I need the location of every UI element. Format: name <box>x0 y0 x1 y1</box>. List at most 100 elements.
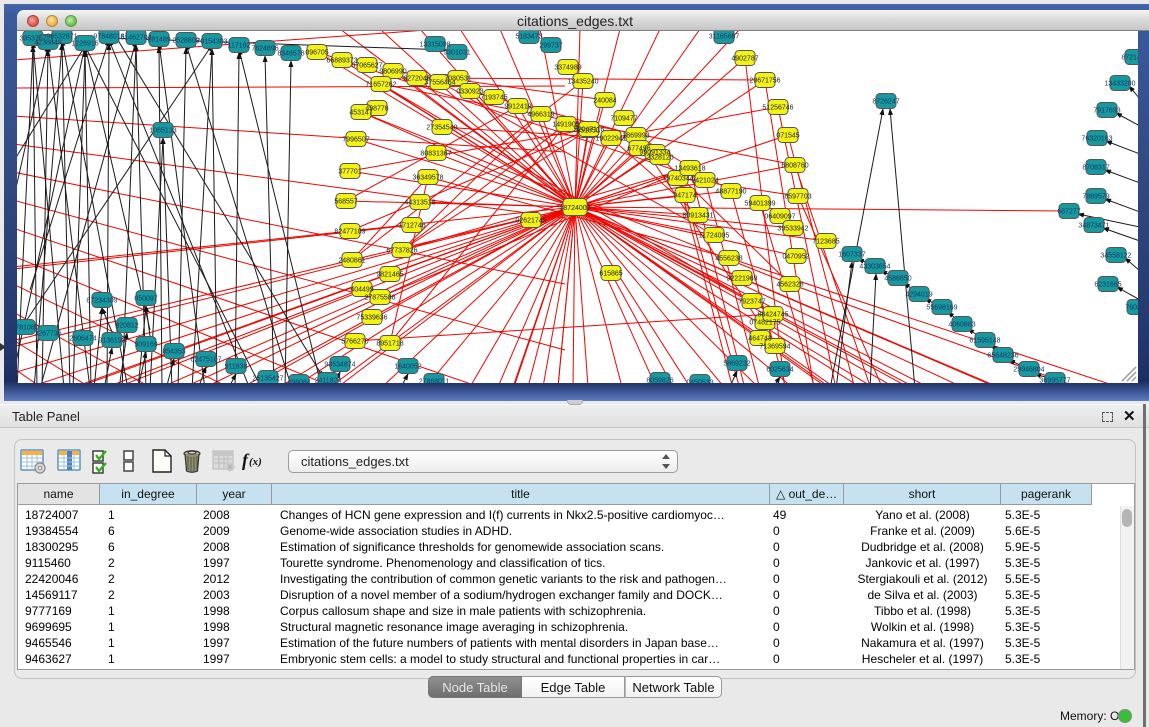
svg-text:8951718: 8951718 <box>376 341 403 348</box>
svg-text:1226916: 1226916 <box>71 41 98 48</box>
svg-text:4294019: 4294019 <box>905 292 932 299</box>
svg-text:4902787: 4902787 <box>731 56 758 63</box>
svg-text:7889579: 7889579 <box>1082 194 1109 201</box>
svg-text:13315098: 13315098 <box>419 42 450 49</box>
svg-text:299737: 299737 <box>539 43 562 50</box>
svg-text:7923747: 7923747 <box>738 299 765 306</box>
svg-text:117182: 117182 <box>228 43 251 50</box>
svg-text:8346578: 8346578 <box>277 51 304 58</box>
svg-text:2328120: 2328120 <box>646 155 673 162</box>
svg-text:62475107: 62475107 <box>190 357 221 364</box>
svg-text:82477109: 82477109 <box>334 229 365 236</box>
svg-text:240084: 240084 <box>593 98 616 105</box>
svg-text:1869993: 1869993 <box>622 133 649 140</box>
svg-text:9806990: 9806990 <box>379 69 406 76</box>
svg-text:13433200: 13433200 <box>1104 81 1135 88</box>
svg-text:4238849: 4238849 <box>34 40 61 47</box>
svg-text:59401399: 59401399 <box>744 201 775 208</box>
svg-text:6231665: 6231665 <box>1094 282 1121 289</box>
svg-text:80831367: 80831367 <box>420 151 451 158</box>
svg-text:5869232: 5869232 <box>723 361 750 368</box>
svg-text:93534874: 93534874 <box>324 362 355 369</box>
svg-text:27875588: 27875588 <box>364 295 395 302</box>
svg-text:820812: 820812 <box>115 323 138 330</box>
svg-text:947174: 947174 <box>673 193 696 200</box>
svg-text:5766270: 5766270 <box>341 339 368 346</box>
svg-text:7917693: 7917693 <box>1093 108 1120 115</box>
svg-text:854353: 854353 <box>162 349 185 356</box>
svg-text:8721489: 8721489 <box>1121 55 1138 62</box>
svg-text:8597703: 8597703 <box>784 194 811 201</box>
svg-text:7109477: 7109477 <box>610 116 637 123</box>
svg-text:1607337: 1607337 <box>838 252 865 259</box>
svg-text:9912419: 9912419 <box>504 104 531 111</box>
svg-text:25135427: 25135427 <box>252 376 283 383</box>
svg-text:51256746: 51256746 <box>762 105 793 112</box>
svg-text:34873471: 34873471 <box>1078 223 1109 230</box>
svg-text:9821465: 9821465 <box>376 272 403 279</box>
svg-text:2421024: 2421024 <box>691 178 718 185</box>
svg-text:44313518: 44313518 <box>404 200 435 207</box>
svg-text:687277: 687277 <box>1057 209 1080 216</box>
svg-text:7193745: 7193745 <box>480 95 507 102</box>
svg-text:07482175: 07482175 <box>749 320 780 327</box>
svg-text:2480861: 2480861 <box>338 258 365 265</box>
svg-text:65648236: 65648236 <box>987 353 1018 360</box>
svg-text:3267736: 3267736 <box>34 331 61 338</box>
svg-text:61595148: 61595148 <box>969 338 1000 345</box>
svg-text:7996507: 7996507 <box>342 137 369 144</box>
svg-text:02621745: 02621745 <box>515 218 546 225</box>
svg-text:760366: 760366 <box>1125 305 1138 312</box>
svg-text:7123685: 7123685 <box>812 239 839 246</box>
svg-text:67737826: 67737826 <box>386 248 417 255</box>
svg-text:911838: 911838 <box>225 364 248 371</box>
svg-text:4586850: 4586850 <box>884 276 911 283</box>
svg-text:67065627: 67065627 <box>351 63 382 70</box>
svg-text:71657262: 71657262 <box>365 82 396 89</box>
svg-text:27354549: 27354549 <box>426 125 457 132</box>
svg-text:404499: 404499 <box>350 287 373 294</box>
svg-text:096705: 096705 <box>305 50 328 57</box>
svg-text:(x): (x) <box>249 456 262 468</box>
svg-text:34558122: 34558122 <box>1100 253 1131 260</box>
svg-text:92221969: 92221969 <box>726 276 757 283</box>
svg-text:87234309: 87234309 <box>86 298 117 305</box>
svg-text:13435240: 13435240 <box>567 79 598 86</box>
svg-text:2411824: 2411824 <box>315 378 342 384</box>
svg-text:52047116: 52047116 <box>574 127 605 134</box>
svg-text:909169: 909169 <box>134 342 157 349</box>
svg-text:9301031: 9301031 <box>443 50 470 57</box>
svg-text:29946804: 29946804 <box>1013 367 1044 374</box>
svg-text:8708317: 8708317 <box>1082 165 1109 172</box>
svg-text:050097: 050097 <box>134 296 157 303</box>
svg-text:31165667: 31165667 <box>709 34 740 41</box>
svg-text:498084: 498084 <box>287 380 310 384</box>
svg-text:4060883: 4060883 <box>948 322 975 329</box>
svg-text:4966319: 4966319 <box>527 112 554 119</box>
svg-text:377701: 377701 <box>338 169 361 176</box>
svg-text:6025634: 6025634 <box>766 367 793 374</box>
svg-text:48877190: 48877190 <box>715 189 746 196</box>
svg-text:4562328: 4562328 <box>776 282 803 289</box>
svg-text:75339636: 75339636 <box>356 315 387 322</box>
svg-text:06409097: 06409097 <box>764 214 795 221</box>
svg-text:8726247: 8726247 <box>872 99 899 106</box>
svg-text:9136193: 9136193 <box>98 338 125 345</box>
svg-text:071545: 071545 <box>776 133 799 140</box>
svg-text:80913431: 80913431 <box>682 213 713 220</box>
svg-text:36349578: 36349578 <box>412 175 443 182</box>
svg-text:4556238: 4556238 <box>715 256 742 263</box>
svg-text:43303654: 43303654 <box>859 264 890 271</box>
svg-text:71369594: 71369594 <box>759 344 790 351</box>
svg-text:70154303: 70154303 <box>196 39 227 46</box>
svg-text:281489: 281489 <box>147 37 170 44</box>
svg-text:7080531: 7080531 <box>444 76 471 83</box>
svg-text:568557: 568557 <box>334 199 357 206</box>
svg-text:79740344: 79740344 <box>662 176 693 183</box>
svg-text:7824896: 7824896 <box>251 46 278 53</box>
svg-text:27868011: 27868011 <box>419 379 450 384</box>
svg-text:1065133: 1065133 <box>149 128 176 135</box>
svg-text:55698169: 55698169 <box>926 305 957 312</box>
svg-text:2606474: 2606474 <box>69 336 96 343</box>
svg-text:453147: 453147 <box>349 110 372 117</box>
